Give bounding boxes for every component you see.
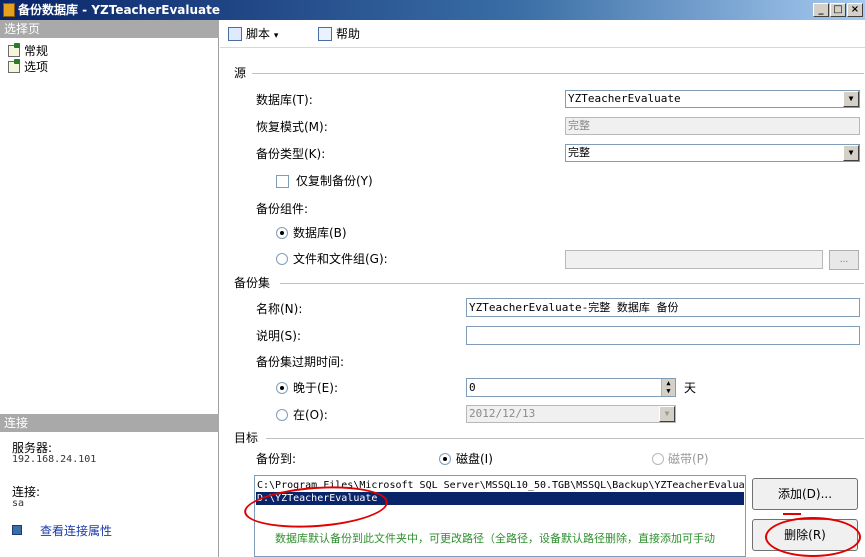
copy-only-checkbox[interactable] [276, 175, 289, 188]
server-info: 服务器: 192.168.24.101 [12, 442, 96, 466]
server-label: 服务器: [12, 441, 53, 455]
chevron-down-icon: ▼ [659, 406, 675, 422]
recovery-model-field: 完整 [565, 117, 860, 135]
page-icon [8, 59, 20, 73]
backup-name-label: 名称(N): [256, 302, 303, 316]
maximize-icon[interactable]: □ [830, 3, 846, 17]
minimize-icon[interactable]: _ [813, 3, 829, 17]
file-groups-field [565, 250, 823, 269]
expiration-label: 备份集过期时间: [256, 355, 345, 369]
help-label: 帮助 [336, 27, 361, 41]
connection-label: 连接: [12, 485, 41, 499]
annotation-circle [765, 517, 861, 557]
backup-component-label: 备份组件: [256, 202, 309, 216]
path-hint-text: 数据库默认备份到此文件夹中，可更改路径（全路径，设备默认路径删除，直接添加可手动 [275, 532, 715, 545]
expire-days-input[interactable]: 0 ▲ ▼ [466, 378, 676, 397]
help-button[interactable]: 帮助 [318, 26, 360, 42]
help-icon [318, 27, 332, 41]
component-database-radio[interactable] [276, 227, 288, 239]
toolbar: 脚本 ▾ 帮助 [220, 20, 865, 48]
database-select[interactable]: YZTeacherEvaluate ▼ [565, 90, 860, 108]
annotation-mark [783, 513, 801, 515]
chevron-down-icon[interactable]: ▼ [843, 91, 859, 107]
expire-after-label: 晚于(E): [293, 381, 338, 395]
chevron-down-icon: ▾ [273, 31, 279, 41]
database-label: 数据库(T): [256, 93, 313, 107]
expire-on-label: 在(O): [293, 408, 328, 422]
connection-value: sa [12, 498, 25, 509]
app-icon [3, 3, 15, 17]
component-database-label: 数据库(B) [293, 226, 347, 240]
component-files-label: 文件和文件组(G): [293, 252, 388, 266]
expire-on-radio[interactable] [276, 409, 288, 421]
backup-name-input[interactable]: YZTeacherEvaluate-完整 数据库 备份 [466, 298, 860, 317]
copy-only-label: 仅复制备份(Y) [296, 174, 373, 188]
left-pane: 选择页 常规 选项 连接 服务器: 192.168.24.101 连接: sa … [0, 20, 219, 557]
view-connection-properties-link[interactable]: 查看连接属性 [40, 522, 112, 539]
connection-properties-icon [12, 525, 22, 535]
section-divider [280, 283, 864, 284]
connection-info: 连接: sa [12, 486, 40, 510]
description-label: 说明(S): [256, 329, 302, 343]
expire-after-radio[interactable] [276, 382, 288, 394]
disk-label: 磁盘(I) [456, 452, 493, 466]
page-item-options[interactable]: 选项 [8, 59, 49, 74]
description-input[interactable] [466, 326, 860, 345]
expire-date-field: 2012/12/13 ▼ [466, 405, 676, 423]
window-title: 备份数据库 - YZTeacherEvaluate [18, 3, 221, 17]
page-item-label: 常规 [24, 44, 49, 58]
backup-type-label: 备份类型(K): [256, 147, 326, 161]
browse-file-groups-button: ... [829, 250, 859, 270]
script-icon [228, 27, 242, 41]
section-divider [252, 73, 864, 74]
backup-type-value: 完整 [568, 146, 590, 159]
backup-set-section-label: 备份集 [234, 276, 271, 290]
tape-radio [652, 453, 664, 465]
spin-stepper-icon[interactable]: ▲ ▼ [661, 379, 675, 396]
page-item-general[interactable]: 常规 [8, 43, 49, 58]
page-item-label: 选项 [24, 60, 49, 74]
source-section-label: 源 [234, 66, 247, 80]
expire-days-value: 0 [469, 381, 476, 394]
close-icon[interactable]: × [847, 3, 863, 17]
recovery-model-label: 恢复模式(M): [256, 120, 328, 134]
tape-label: 磁带(P) [668, 452, 709, 466]
chevron-down-icon[interactable]: ▼ [843, 145, 859, 161]
recovery-model-value: 完整 [568, 119, 590, 132]
connection-header: 连接 [0, 414, 219, 432]
database-value: YZTeacherEvaluate [568, 92, 681, 105]
section-divider [266, 438, 864, 439]
select-page-header: 选择页 [0, 20, 219, 38]
main-pane: 脚本 ▾ 帮助 源 数据库(T): YZTeacherEvaluate ▼ 恢复… [220, 20, 865, 557]
script-button[interactable]: 脚本 ▾ [228, 26, 278, 42]
disk-radio[interactable] [439, 453, 451, 465]
days-unit-label: 天 [684, 381, 697, 395]
component-files-radio[interactable] [276, 253, 288, 265]
script-label: 脚本 [246, 27, 271, 41]
title-bar: 备份数据库 - YZTeacherEvaluate [0, 0, 865, 20]
destination-section-label: 目标 [234, 431, 259, 445]
page-icon [8, 43, 20, 57]
server-value: 192.168.24.101 [12, 454, 97, 465]
backup-type-select[interactable]: 完整 ▼ [565, 144, 860, 162]
add-destination-button[interactable]: 添加(D)... [752, 478, 858, 510]
backup-to-label: 备份到: [256, 452, 297, 466]
expire-date-value: 2012/12/13 [469, 407, 536, 420]
